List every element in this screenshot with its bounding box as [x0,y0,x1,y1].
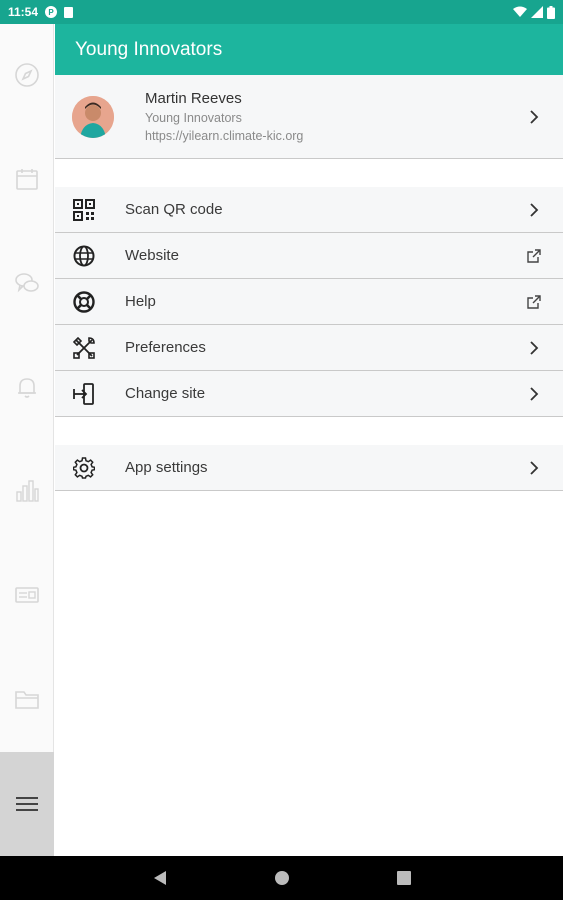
user-profile-row[interactable]: Martin Reeves Young Innovators https://y… [55,75,563,159]
folder-icon [15,691,39,709]
nav-recents-button[interactable] [393,867,415,889]
hamburger-menu-icon [16,797,38,811]
chat-bubbles-icon [15,273,39,293]
chevron-right-icon [530,109,539,124]
menu-item-app-settings[interactable]: App settings [55,445,563,491]
menu-item-change-site[interactable]: Change site [55,371,563,417]
app-header: Young Innovators [55,24,563,75]
profile-name: Martin Reeves [145,90,242,107]
rail-calendar[interactable] [0,166,54,192]
page-title: Young Innovators [75,38,223,60]
globe-icon [72,244,96,268]
card-icon [15,587,39,603]
status-bar: 11:54 P [0,0,563,24]
nav-back-button[interactable] [149,867,171,889]
rail-grades[interactable] [0,478,54,504]
bar-chart-icon [16,480,39,502]
menu-item-label: Change site [125,385,206,402]
gear-icon [72,456,96,480]
sd-card-icon [64,6,74,18]
menu-item-website[interactable]: Website [55,233,563,279]
menu-item-scan-qr[interactable]: Scan QR code [55,187,563,233]
nav-home-button[interactable] [271,867,293,889]
chevron-right-icon [525,459,543,477]
menu-item-label: Help [125,293,156,310]
bell-icon [18,378,36,398]
back-triangle-icon [153,871,166,885]
wrench-screwdriver-icon [72,336,96,360]
recents-square-icon [396,871,411,885]
signal-icon [531,6,543,18]
calendar-icon [16,169,38,190]
rail-badges[interactable] [0,582,54,608]
profile-site: Young Innovators [145,111,242,125]
rail-compass[interactable] [0,62,54,88]
system-navigation-bar [0,856,563,900]
chevron-right-icon [525,385,543,403]
menu-item-label: Scan QR code [125,201,223,218]
status-time: 11:54 [8,5,39,19]
change-site-icon [72,382,96,406]
menu-item-preferences[interactable]: Preferences [55,325,563,371]
compass-icon [15,63,39,87]
main-panel: Young Innovators Martin Reeves Young Inn… [55,24,563,856]
chevron-right-icon [525,339,543,357]
profile-url: https://yilearn.climate-kic.org [145,129,304,143]
menu-item-help[interactable]: Help [55,279,563,325]
menu-item-label: Website [125,247,179,264]
battery-icon [547,5,555,19]
menu-item-label: App settings [125,459,208,476]
lifebuoy-icon [72,290,96,314]
external-link-icon [525,293,543,311]
rail-files[interactable] [0,686,54,712]
rail-messages[interactable] [0,270,54,296]
rail-notifications[interactable] [0,374,54,400]
rail-more-menu[interactable] [0,752,54,856]
external-link-icon [525,247,543,265]
avatar [72,95,114,138]
home-circle-icon [274,871,289,885]
qr-code-icon [72,198,96,222]
wifi-icon [513,6,527,17]
chevron-right-icon [525,201,543,219]
menu-item-label: Preferences [125,339,206,356]
side-rail [0,24,54,856]
notification-icon: P [45,6,58,18]
